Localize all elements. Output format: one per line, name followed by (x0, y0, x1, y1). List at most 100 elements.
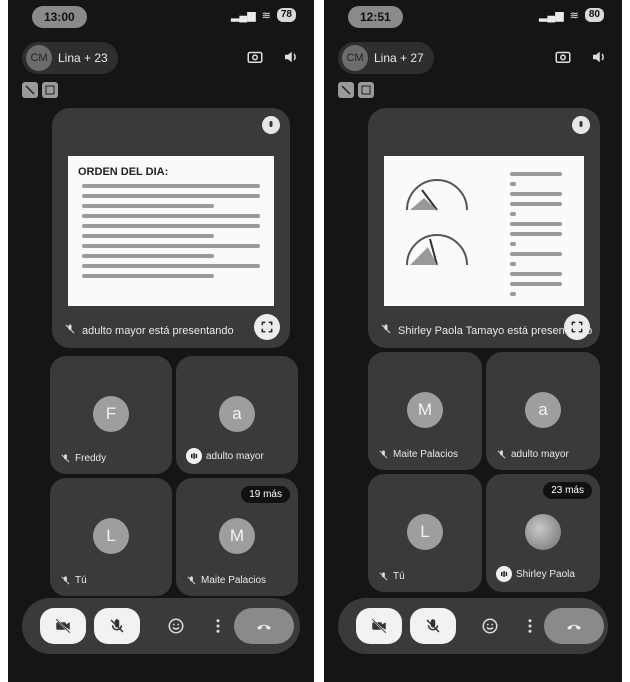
more-options-button[interactable] (516, 608, 544, 644)
shared-document: ORDEN DEL DIA: (68, 156, 274, 306)
layout-toggles (22, 82, 58, 98)
meeting-title-pill[interactable]: CM Lina + 27 (338, 42, 434, 74)
participant-avatar: a (219, 396, 255, 432)
document-line (510, 232, 562, 236)
participant-tile[interactable]: a adulto mayor (176, 356, 298, 474)
document-line (82, 194, 260, 198)
participant-tile[interactable]: L Tú (368, 474, 482, 592)
speaking-icon (186, 448, 202, 464)
participant-name: adulto mayor (186, 448, 264, 464)
meeting-topbar: CM Lina + 27 (338, 40, 608, 78)
status-time: 13:00 (32, 6, 87, 28)
call-controls (22, 598, 300, 654)
participant-tile[interactable]: F Freddy (50, 356, 172, 474)
speaker-icon[interactable] (282, 48, 300, 71)
participant-name-text: Maite Palacios (201, 575, 267, 586)
participant-tile[interactable]: L Tú (50, 478, 172, 596)
layout-toggles (338, 82, 374, 98)
fullscreen-icon[interactable] (564, 314, 590, 340)
meeting-avatar: CM (342, 45, 368, 71)
signal-icon: ▂▄▆ (538, 9, 564, 22)
mic-off-icon (187, 576, 196, 585)
participant-avatar: M (219, 518, 255, 554)
camera-toggle-button[interactable] (356, 608, 402, 644)
document-text (496, 166, 576, 296)
participant-name-text: Tú (393, 571, 405, 582)
speaker-icon[interactable] (590, 48, 608, 71)
participant-tile[interactable]: M Maite Palacios (368, 352, 482, 470)
presentation-card[interactable]: Shirley Paola Tamayo está presentando (368, 108, 600, 348)
meeting-title: Lina + 27 (374, 51, 424, 65)
mic-icon (572, 116, 590, 134)
call-controls (338, 598, 608, 654)
participant-tile-more[interactable]: 19 más M Maite Palacios (176, 478, 298, 596)
document-title: ORDEN DEL DIA: (78, 166, 169, 178)
top-actions (246, 48, 300, 71)
mic-off-icon (379, 450, 388, 459)
participant-tile[interactable]: a adulto mayor (486, 352, 600, 470)
document-line (510, 292, 516, 296)
emoji-button[interactable] (476, 608, 504, 644)
mic-off-icon (380, 323, 392, 338)
participant-tile-more[interactable]: 23 más Shirley Paola (486, 474, 600, 592)
participant-name: Maite Palacios (378, 449, 458, 460)
participant-name: Tú (60, 575, 87, 586)
shared-document (384, 156, 584, 306)
camera-toggle-button[interactable] (40, 608, 86, 644)
mic-toggle-button[interactable] (94, 608, 140, 644)
more-participants-badge: 19 más (241, 486, 290, 503)
mic-off-icon (110, 619, 124, 633)
more-options-button[interactable] (204, 608, 232, 644)
participant-name: Freddy (60, 453, 106, 464)
mic-off-icon (497, 450, 506, 459)
document-line (82, 214, 260, 218)
document-line (510, 212, 516, 216)
emoji-button[interactable] (162, 608, 190, 644)
status-icons: ▂▄▆ ≋ 80 (539, 8, 604, 22)
participant-name-text: adulto mayor (511, 449, 569, 460)
presentation-card[interactable]: ORDEN DEL DIA: adulto mayor está present… (52, 108, 290, 348)
document-line (82, 224, 260, 228)
camera-switch-icon[interactable] (554, 48, 572, 71)
end-call-button[interactable] (234, 608, 294, 644)
mic-off-icon (61, 454, 70, 463)
end-call-button[interactable] (544, 608, 604, 644)
participant-name-text: Shirley Paola (516, 568, 575, 580)
document-line (510, 252, 562, 256)
camera-switch-icon[interactable] (246, 48, 264, 71)
document-line (510, 172, 562, 176)
participant-avatar: a (525, 392, 561, 428)
speaking-icon (496, 566, 512, 582)
participant-name-text: Maite Palacios (393, 449, 459, 460)
more-participants-badge: 23 más (543, 482, 592, 499)
presenter-label: adulto mayor está presentando (64, 323, 234, 338)
pip-icon[interactable] (42, 82, 58, 98)
camera-off-icon[interactable] (22, 82, 38, 98)
more-vert-icon (216, 619, 220, 633)
mic-toggle-button[interactable] (410, 608, 456, 644)
status-time: 12:51 (348, 6, 403, 28)
document-line (510, 262, 516, 266)
camera-off-icon[interactable] (338, 82, 354, 98)
meeting-avatar: CM (26, 45, 52, 71)
document-line (510, 242, 516, 246)
document-line (510, 272, 562, 276)
participant-photo (525, 514, 561, 550)
participant-name: Maite Palacios (186, 575, 266, 586)
meeting-title-pill[interactable]: CM Lina + 23 (22, 42, 118, 74)
gauge-chart-icon (406, 234, 468, 266)
fullscreen-icon[interactable] (254, 314, 280, 340)
end-call-icon (567, 624, 581, 630)
document-line (82, 274, 214, 278)
pip-icon[interactable] (358, 82, 374, 98)
presenter-name: adulto mayor está presentando (82, 324, 234, 337)
more-vert-icon (528, 619, 532, 633)
mic-icon (262, 116, 280, 134)
emoji-icon (482, 618, 498, 634)
gauge-chart-icon (406, 179, 468, 211)
status-icons: ▂▄▆ ≋ 78 (231, 8, 296, 22)
document-line (510, 282, 562, 286)
document-line (510, 222, 562, 226)
wifi-icon: ≋ (261, 9, 271, 22)
document-line (82, 254, 214, 258)
